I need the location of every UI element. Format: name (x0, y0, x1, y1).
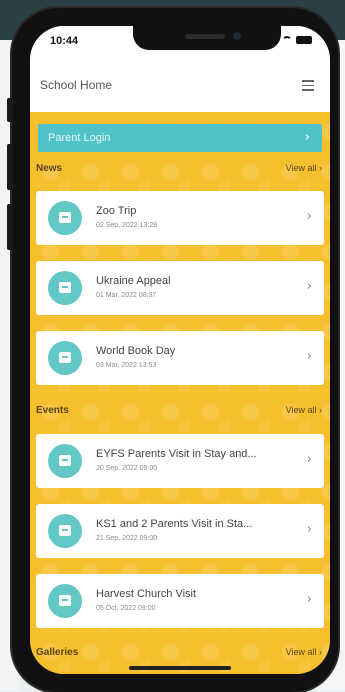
chevron-right-icon: › (306, 452, 312, 467)
status-time: 10:44 (50, 35, 79, 47)
news-section-title: News (36, 163, 63, 174)
parent-login-button[interactable]: Parent Login › (38, 124, 322, 152)
news-item[interactable]: Ukraine Appeal 01 Mar, 2022 08:37 › (36, 261, 324, 315)
app-header: School Home (30, 56, 330, 112)
news-item[interactable]: World Book Day 03 Mar, 2022 13:53 › (36, 331, 324, 385)
galleries-section-header: Galleries View all › (30, 644, 330, 664)
chevron-right-icon: › (306, 209, 312, 224)
volume-up-button (7, 144, 13, 190)
galleries-view-all-link[interactable]: View all › (286, 647, 322, 657)
event-icon (48, 444, 82, 478)
event-item-title: EYFS Parents Visit in Stay and... (96, 448, 257, 460)
speaker (185, 34, 225, 39)
galleries-section-title: Galleries (36, 647, 79, 658)
chevron-right-icon: › (306, 592, 312, 607)
news-view-all-link[interactable]: View all › (286, 163, 322, 173)
event-icon (48, 584, 82, 618)
mute-switch (7, 98, 13, 122)
news-item-title: World Book Day (96, 345, 176, 357)
chevron-right-icon: › (304, 130, 310, 145)
event-item-title: Harvest Church Visit (96, 588, 197, 600)
events-section-header: Events View all › (30, 402, 330, 422)
news-item-date: 03 Mar, 2022 13:53 (96, 362, 157, 369)
parent-login-label: Parent Login (48, 132, 111, 144)
news-icon (48, 201, 82, 235)
news-item-title: Ukraine Appeal (96, 275, 171, 287)
wifi-icon (282, 36, 292, 44)
camera (233, 32, 241, 40)
chevron-right-icon: › (306, 349, 312, 364)
battery-icon (296, 36, 312, 44)
events-section-title: Events (36, 405, 69, 416)
hamburger-menu-icon[interactable] (302, 80, 314, 94)
events-view-all-link[interactable]: View all › (286, 405, 322, 415)
home-indicator[interactable] (129, 666, 231, 670)
news-section-header: News View all › (30, 160, 330, 180)
news-item-title: Zoo Trip (96, 205, 137, 217)
news-item-date: 01 Mar, 2022 08:37 (96, 292, 157, 299)
news-item-date: 02 Sep, 2022 13:29 (96, 222, 158, 229)
chevron-right-icon: › (306, 279, 312, 294)
event-item[interactable]: EYFS Parents Visit in Stay and... 20 Sep… (36, 434, 324, 488)
event-item-date: 20 Sep, 2022 09:00 (96, 465, 158, 472)
notch (133, 26, 281, 50)
phone-screen: 10:44 School Home Parent Login › News Vi… (30, 26, 330, 674)
event-item-title: KS1 and 2 Parents Visit in Sta... (96, 518, 253, 530)
event-icon (48, 514, 82, 548)
news-icon (48, 341, 82, 375)
page-title: School Home (40, 78, 113, 92)
event-item[interactable]: Harvest Church Visit 05 Oct, 2022 09:00 … (36, 574, 324, 628)
volume-down-button (7, 204, 13, 250)
news-icon (48, 271, 82, 305)
event-item-date: 21 Sep, 2022 09:00 (96, 535, 158, 542)
event-item[interactable]: KS1 and 2 Parents Visit in Sta... 21 Sep… (36, 504, 324, 558)
news-item[interactable]: Zoo Trip 02 Sep, 2022 13:29 › (36, 191, 324, 245)
event-item-date: 05 Oct, 2022 09:00 (96, 605, 156, 612)
chevron-right-icon: › (306, 522, 312, 537)
